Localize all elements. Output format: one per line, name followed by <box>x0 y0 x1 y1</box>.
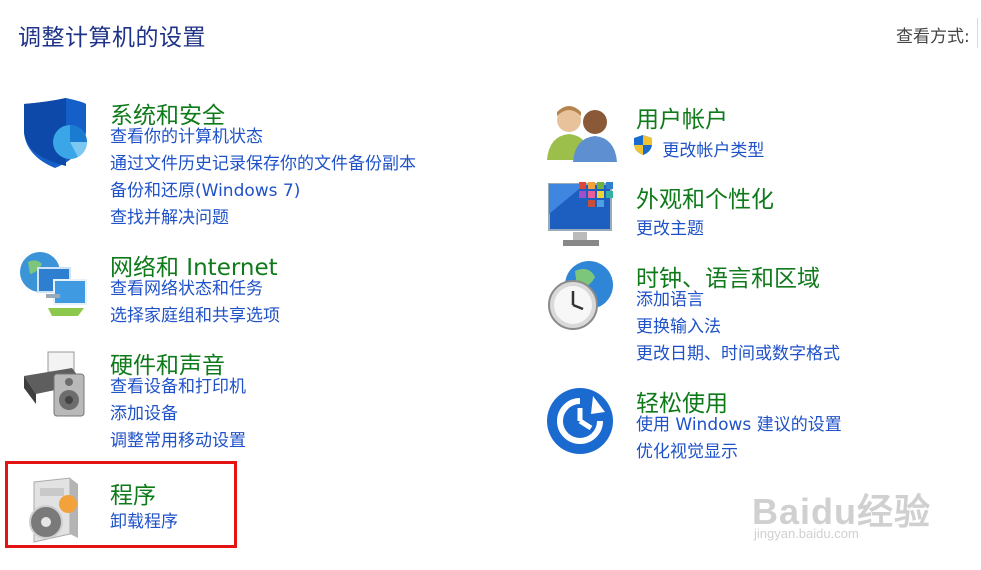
link-optimize-visual-display[interactable]: 优化视觉显示 <box>636 439 842 466</box>
clock-globe-icon[interactable] <box>545 259 619 333</box>
watermark-sub: jingyan.baidu.com <box>754 526 859 541</box>
link-mobility-settings[interactable]: 调整常用移动设置 <box>110 428 246 455</box>
link-devices-printers[interactable]: 查看设备和打印机 <box>110 374 246 401</box>
view-by-dropdown-edge[interactable] <box>977 18 978 48</box>
link-backup-restore-win7[interactable]: 备份和还原(Windows 7) <box>110 178 416 205</box>
link-change-date-time-format[interactable]: 更改日期、时间或数字格式 <box>636 341 840 368</box>
link-add-language[interactable]: 添加语言 <box>636 287 840 314</box>
link-change-input-method[interactable]: 更换输入法 <box>636 314 840 341</box>
page-title: 调整计算机的设置 <box>18 25 206 51</box>
shield-icon[interactable] <box>18 96 92 170</box>
uac-shield-icon <box>634 135 652 155</box>
link-change-account-type[interactable]: 更改帐户类型 <box>632 134 764 161</box>
link-file-history-backup[interactable]: 通过文件历史记录保存你的文件备份副本 <box>110 151 416 178</box>
link-troubleshoot[interactable]: 查找并解决问题 <box>110 205 416 232</box>
link-view-computer-status[interactable]: 查看你的计算机状态 <box>110 124 416 151</box>
category-title-appearance[interactable]: 外观和个性化 <box>636 180 774 214</box>
link-view-network-status[interactable]: 查看网络状态和任务 <box>110 276 280 303</box>
category-title-user-accounts[interactable]: 用户帐户 <box>636 100 728 134</box>
printer-speaker-icon[interactable] <box>18 346 92 420</box>
link-add-device[interactable]: 添加设备 <box>110 401 246 428</box>
users-icon[interactable] <box>545 100 619 174</box>
ease-of-access-icon[interactable] <box>545 384 619 458</box>
highlight-box-programs <box>5 461 237 548</box>
link-windows-recommended-settings[interactable]: 使用 Windows 建议的设置 <box>636 412 842 439</box>
baidu-watermark: Baidu经验 jingyan.baidu.com <box>752 483 931 541</box>
view-by-label: 查看方式: <box>896 27 970 47</box>
monitor-color-icon[interactable] <box>545 180 619 254</box>
link-change-theme[interactable]: 更改主题 <box>636 216 704 243</box>
link-change-account-type-label: 更改帐户类型 <box>662 141 765 161</box>
network-globe-icon[interactable] <box>18 248 92 322</box>
link-homegroup-sharing[interactable]: 选择家庭组和共享选项 <box>110 303 280 330</box>
